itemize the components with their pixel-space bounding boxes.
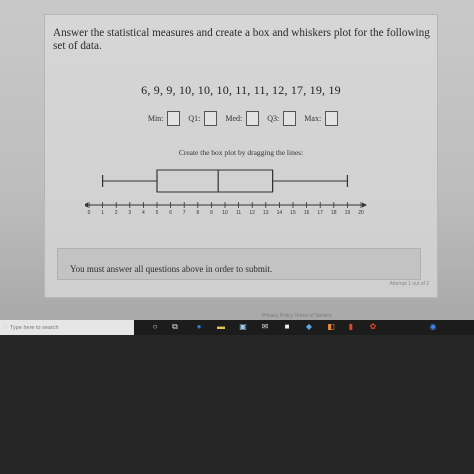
axis-tick-label: 18 [331,210,337,216]
axis-tick-label: 13 [263,210,269,216]
axis-right-arrow-icon [362,202,367,208]
cortana-icon[interactable]: ○ [150,322,160,332]
mail-icon[interactable]: ✉ [260,322,270,332]
dropbox-icon[interactable]: ◆ [304,322,314,332]
submit-notice: You must answer all questions above in o… [57,248,421,280]
axis-left-arrow-icon [85,202,88,208]
windows-icon[interactable]: ⊞ [0,322,10,332]
axis-tick-label: 11 [236,210,241,216]
office-icon[interactable]: ◧ [326,322,336,332]
axis-tick-label: 12 [249,210,255,216]
measures-row: Min: Q1: Med: Q3: Max: [45,111,437,126]
q3-input[interactable] [283,111,297,126]
axis-tick-label: 3 [128,210,131,216]
attempt-counter: Attempt 1 out of 2 [389,281,429,287]
axis-tick-label: 17 [317,210,323,216]
max-input[interactable] [325,111,339,126]
max-label: Max: [304,114,322,123]
screen: Answer the statistical measures and crea… [0,0,474,320]
app-icon[interactable]: ■ [282,322,292,332]
median-input[interactable] [246,111,260,126]
axis-tick-label: 6 [169,210,172,216]
taskbar: Type here to search [0,320,474,335]
axis-tick-label: 16 [304,210,310,216]
search-placeholder: Type here to search [10,324,59,331]
min-label: Min: [147,114,164,123]
file-explorer-icon[interactable]: ▬ [216,322,226,332]
plot-instruction: Create the box plot by dragging the line… [178,148,304,157]
store-icon[interactable]: ▣ [238,322,248,332]
axis-tick-label: 8 [196,210,199,216]
edge-icon[interactable]: ● [194,322,204,332]
footer-links[interactable]: Privacy Policy Terms of Service [262,313,332,319]
box-plot: 0 1 2 3 4 5 6 7 8 9 10 11 12 13 14 15 16 17 18 19 20 [85,169,367,216]
question-card: Answer the statistical measures and crea… [44,14,438,298]
quartile-box [156,169,274,193]
axis-tick-label: 19 [345,210,351,216]
question-prompt: Answer the statistical measures and crea… [53,27,430,52]
min-input[interactable] [167,111,181,126]
task-view-icon[interactable]: ⧉ [170,322,180,332]
settings-icon[interactable]: ✿ [368,322,378,332]
axis-tick-label: 0 [88,210,91,216]
axis-tick-label: 9 [210,210,213,216]
axis-tick-label: 4 [142,210,145,216]
monitor-bezel [0,335,474,474]
median-label: Med: [225,114,243,123]
q1-label: Q1: [188,114,201,123]
axis-tick-label: 10 [222,210,228,216]
chrome-icon[interactable]: ◉ [428,322,438,332]
app-icon-2[interactable]: ▮ [346,322,356,332]
axis-tick-label: 15 [290,210,296,216]
submit-notice-text: You must answer all questions above in o… [70,264,273,274]
axis-tick-label: 7 [183,210,186,216]
axis-tick-label: 5 [156,210,159,216]
axis-tick-label: 14 [277,210,283,216]
axis-tick-label: 1 [101,210,104,216]
q1-input[interactable] [204,111,218,126]
axis-tick-label: 20 [358,210,364,216]
taskbar-search-input[interactable]: Type here to search [0,320,134,335]
q3-label: Q3: [267,114,280,123]
dataset: 6, 9, 9, 10, 10, 10, 11, 11, 12, 17, 19,… [141,83,341,97]
axis-tick-label: 2 [115,210,118,216]
